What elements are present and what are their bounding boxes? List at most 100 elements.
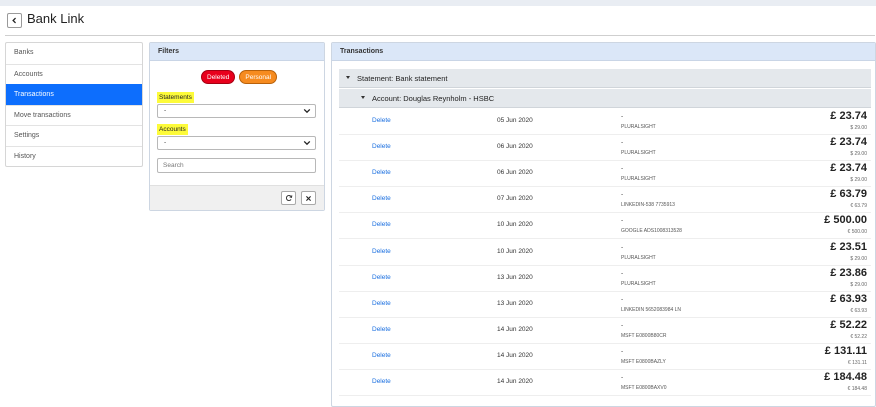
transaction-description: MSFT E0800BAZLY xyxy=(621,358,666,365)
personal-toggle[interactable]: Personal xyxy=(239,70,278,84)
sidebar-item-transactions[interactable]: Transactions xyxy=(6,84,142,105)
transaction-original-amount: € 184.48 xyxy=(847,386,867,392)
transaction-dash: - xyxy=(621,217,624,225)
table-row: Delete 13 Jun 2020 - PLURALSIGHT £ 23.86 $ 29… xyxy=(339,266,871,292)
transaction-original-amount: $ 29.00 xyxy=(850,151,867,158)
table-row: Delete 07 Jun 2020 - LINKEDIN-538 7735913 £ … xyxy=(339,187,871,214)
delete-link[interactable]: Delete xyxy=(372,300,391,307)
transaction-date: 10 Jun 2020 xyxy=(497,221,533,229)
delete-link[interactable]: Delete xyxy=(372,143,391,150)
delete-link[interactable]: Delete xyxy=(372,378,391,385)
refresh-icon xyxy=(285,195,292,202)
caret-down-icon xyxy=(346,76,350,79)
transaction-description: PLURALSIGHT xyxy=(621,150,656,157)
transaction-amount: £ 184.48 xyxy=(824,371,867,383)
statements-label: Statements xyxy=(157,92,194,103)
delete-link[interactable]: Delete xyxy=(372,274,391,281)
table-row: Delete 14 Jun 2020 - MSFT E0800BAXV0 £ 184.4… xyxy=(339,370,871,396)
transaction-original-amount: € 52.22 xyxy=(850,333,867,340)
transaction-date: 13 Jun 2020 xyxy=(497,273,533,281)
transactions-panel: Transactions Statement: Bank statement A… xyxy=(331,42,876,407)
delete-link[interactable]: Delete xyxy=(372,326,391,333)
transaction-amount: £ 52.22 xyxy=(830,318,867,331)
delete-link[interactable]: Delete xyxy=(372,169,391,176)
accounts-select[interactable]: - xyxy=(157,136,316,150)
transaction-original-amount: € 131.11 xyxy=(847,359,867,366)
filters-footer xyxy=(150,185,324,210)
caret-down-icon xyxy=(361,96,365,99)
transaction-amount: £ 23.74 xyxy=(830,110,867,122)
chevron-down-icon xyxy=(303,140,311,146)
transaction-dash: - xyxy=(621,347,624,355)
table-row: Delete 14 Jun 2020 - MSFT E0800B80CR £ 52.22… xyxy=(339,318,871,344)
transaction-description: PLURALSIGHT xyxy=(621,124,656,130)
table-row: Delete 06 Jun 2020 - PLURALSIGHT £ 23.74 $ 29… xyxy=(339,135,871,162)
delete-link[interactable]: Delete xyxy=(372,352,391,359)
delete-link[interactable]: Delete xyxy=(372,117,391,124)
statements-select-value: - xyxy=(164,107,167,114)
clear-filters-button[interactable] xyxy=(301,191,316,205)
transaction-amount: £ 23.86 xyxy=(830,266,867,279)
table-row: Delete 10 Jun 2020 - PLURALSIGHT £ 23.51 $ 29… xyxy=(339,240,871,266)
transaction-date: 14 Jun 2020 xyxy=(497,351,533,359)
transaction-original-amount: € 500.00 xyxy=(847,229,867,236)
delete-link[interactable]: Delete xyxy=(372,248,391,255)
transaction-amount: £ 131.11 xyxy=(824,344,867,357)
transaction-original-amount: $ 29.00 xyxy=(850,281,867,288)
transaction-dash: - xyxy=(621,113,624,120)
close-icon xyxy=(306,195,311,201)
transaction-original-amount: € 63.93 xyxy=(850,307,867,314)
chevron-left-icon xyxy=(12,17,16,24)
transaction-description: MSFT E0800BAXV0 xyxy=(621,385,667,391)
table-row: Delete 05 Jun 2020 - PLURALSIGHT £ 23.74 $ 29… xyxy=(339,109,871,135)
refresh-button[interactable] xyxy=(281,191,296,205)
table-row: Delete 06 Jun 2020 - PLURALSIGHT £ 23.74 $ 29… xyxy=(339,161,871,188)
transaction-dash: - xyxy=(621,191,624,199)
delete-link[interactable]: Delete xyxy=(372,221,391,228)
sidebar-item-history[interactable]: History xyxy=(6,145,142,167)
delete-link[interactable]: Delete xyxy=(372,195,391,202)
page-title: Bank Link xyxy=(27,11,85,26)
accounts-label: Accounts xyxy=(157,124,188,135)
transaction-description: MSFT E0800B80CR xyxy=(621,332,667,339)
transaction-original-amount: $ 29.00 xyxy=(850,177,867,184)
transaction-dash: - xyxy=(621,139,624,147)
transaction-description: PLURALSIGHT xyxy=(621,176,656,183)
header-divider xyxy=(5,35,875,36)
transaction-date: 05 Jun 2020 xyxy=(497,117,533,124)
search-input[interactable]: Search xyxy=(157,158,316,173)
sidebar-item-settings[interactable]: Settings xyxy=(6,125,142,146)
statement-group-row[interactable]: Statement: Bank statement xyxy=(339,69,871,88)
transaction-original-amount: $ 29.00 xyxy=(850,125,867,131)
accounts-select-value: - xyxy=(164,139,167,146)
transaction-dash: - xyxy=(621,295,624,303)
filters-title: Filters xyxy=(150,43,324,61)
back-button[interactable] xyxy=(7,13,22,28)
transaction-amount: £ 23.51 xyxy=(830,240,867,253)
transaction-amount: £ 23.74 xyxy=(830,162,867,175)
transaction-amount: £ 63.79 xyxy=(830,188,867,201)
transaction-dash: - xyxy=(621,321,624,329)
transaction-date: 07 Jun 2020 xyxy=(497,195,533,203)
transaction-date: 14 Jun 2020 xyxy=(497,378,533,385)
transaction-date: 06 Jun 2020 xyxy=(497,169,533,177)
transaction-dash: - xyxy=(621,165,624,173)
transaction-amount: £ 23.74 xyxy=(830,136,867,149)
account-group-row[interactable]: Account: Douglas Reynholm - HSBC xyxy=(339,89,871,108)
transaction-date: 06 Jun 2020 xyxy=(497,143,533,151)
sidebar-item-move-transactions[interactable]: Move transactions xyxy=(6,104,142,126)
transactions-title: Transactions xyxy=(332,43,875,61)
page-header: Bank Link xyxy=(0,6,876,36)
deleted-toggle[interactable]: Deleted xyxy=(201,70,236,84)
transaction-dash: - xyxy=(621,374,624,381)
sidebar-item-accounts[interactable]: Accounts xyxy=(6,63,142,85)
table-row: Delete 10 Jun 2020 - GOOGLE ADS1008313528 £ … xyxy=(339,213,871,240)
filters-panel: Filters Deleted Personal Statements - Ac… xyxy=(149,42,325,211)
transaction-dash: - xyxy=(621,243,624,251)
filter-badges: Deleted Personal xyxy=(201,70,278,84)
transaction-description: PLURALSIGHT xyxy=(621,280,656,287)
statements-select[interactable]: - xyxy=(157,104,316,118)
statement-group-label: Statement: Bank statement xyxy=(357,74,448,83)
transaction-date: 10 Jun 2020 xyxy=(497,247,533,255)
sidebar-item-banks[interactable]: Banks xyxy=(6,43,142,64)
